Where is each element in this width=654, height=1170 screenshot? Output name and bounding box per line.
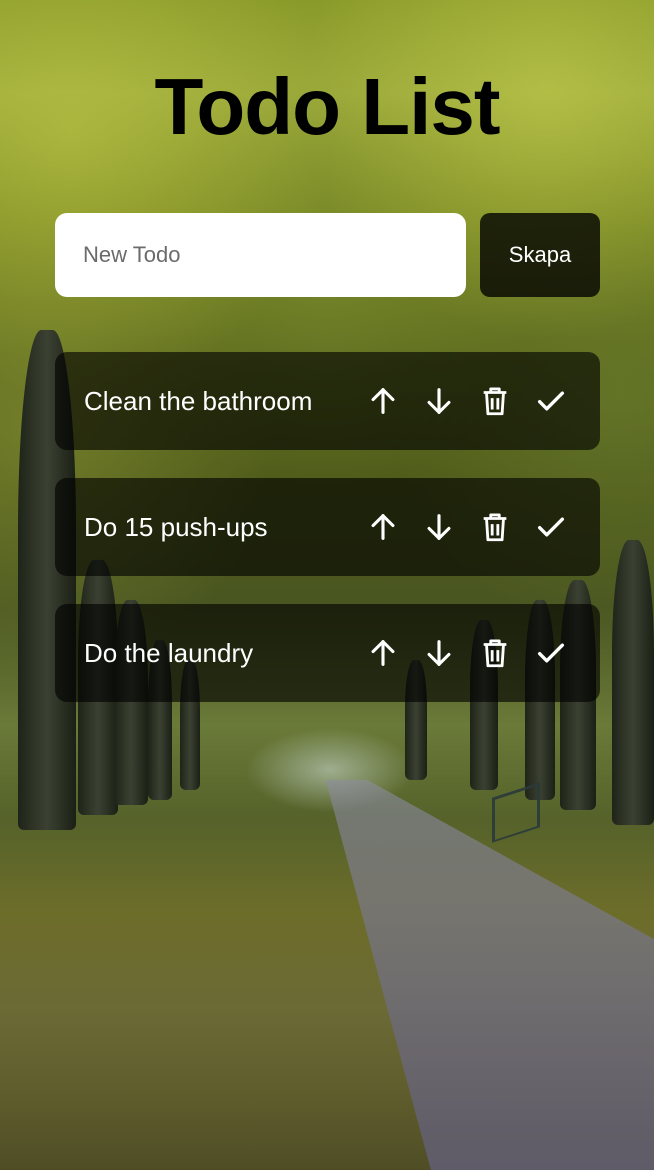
todo-item: Do the laundry (55, 604, 600, 702)
check-icon[interactable] (533, 635, 569, 671)
arrow-up-icon[interactable] (365, 509, 401, 545)
new-todo-input[interactable] (55, 213, 466, 297)
trash-icon[interactable] (477, 635, 513, 671)
arrow-down-icon[interactable] (421, 635, 457, 671)
todo-text: Clean the bathroom (84, 385, 313, 416)
park-path (325, 780, 654, 1170)
park-bench (492, 782, 540, 843)
todo-list: Clean the bathroom Do 15 push-ups Do the… (55, 352, 600, 730)
new-todo-form: Skapa (55, 213, 600, 297)
arrow-down-icon[interactable] (421, 383, 457, 419)
todo-item: Do 15 push-ups (55, 478, 600, 576)
todo-text: Do 15 push-ups (84, 511, 268, 542)
trash-icon[interactable] (477, 383, 513, 419)
tree-trunk (612, 540, 654, 825)
todo-actions (365, 604, 589, 702)
trash-icon[interactable] (477, 509, 513, 545)
todo-actions (365, 478, 589, 576)
page-title: Todo List (154, 62, 501, 151)
arrow-down-icon[interactable] (421, 509, 457, 545)
todo-text: Do the laundry (84, 637, 254, 668)
create-button[interactable]: Skapa (480, 213, 600, 297)
check-icon[interactable] (533, 383, 569, 419)
arrow-up-icon[interactable] (365, 383, 401, 419)
check-icon[interactable] (533, 509, 569, 545)
todo-item: Clean the bathroom (55, 352, 600, 450)
arrow-up-icon[interactable] (365, 635, 401, 671)
todo-actions (365, 352, 589, 450)
